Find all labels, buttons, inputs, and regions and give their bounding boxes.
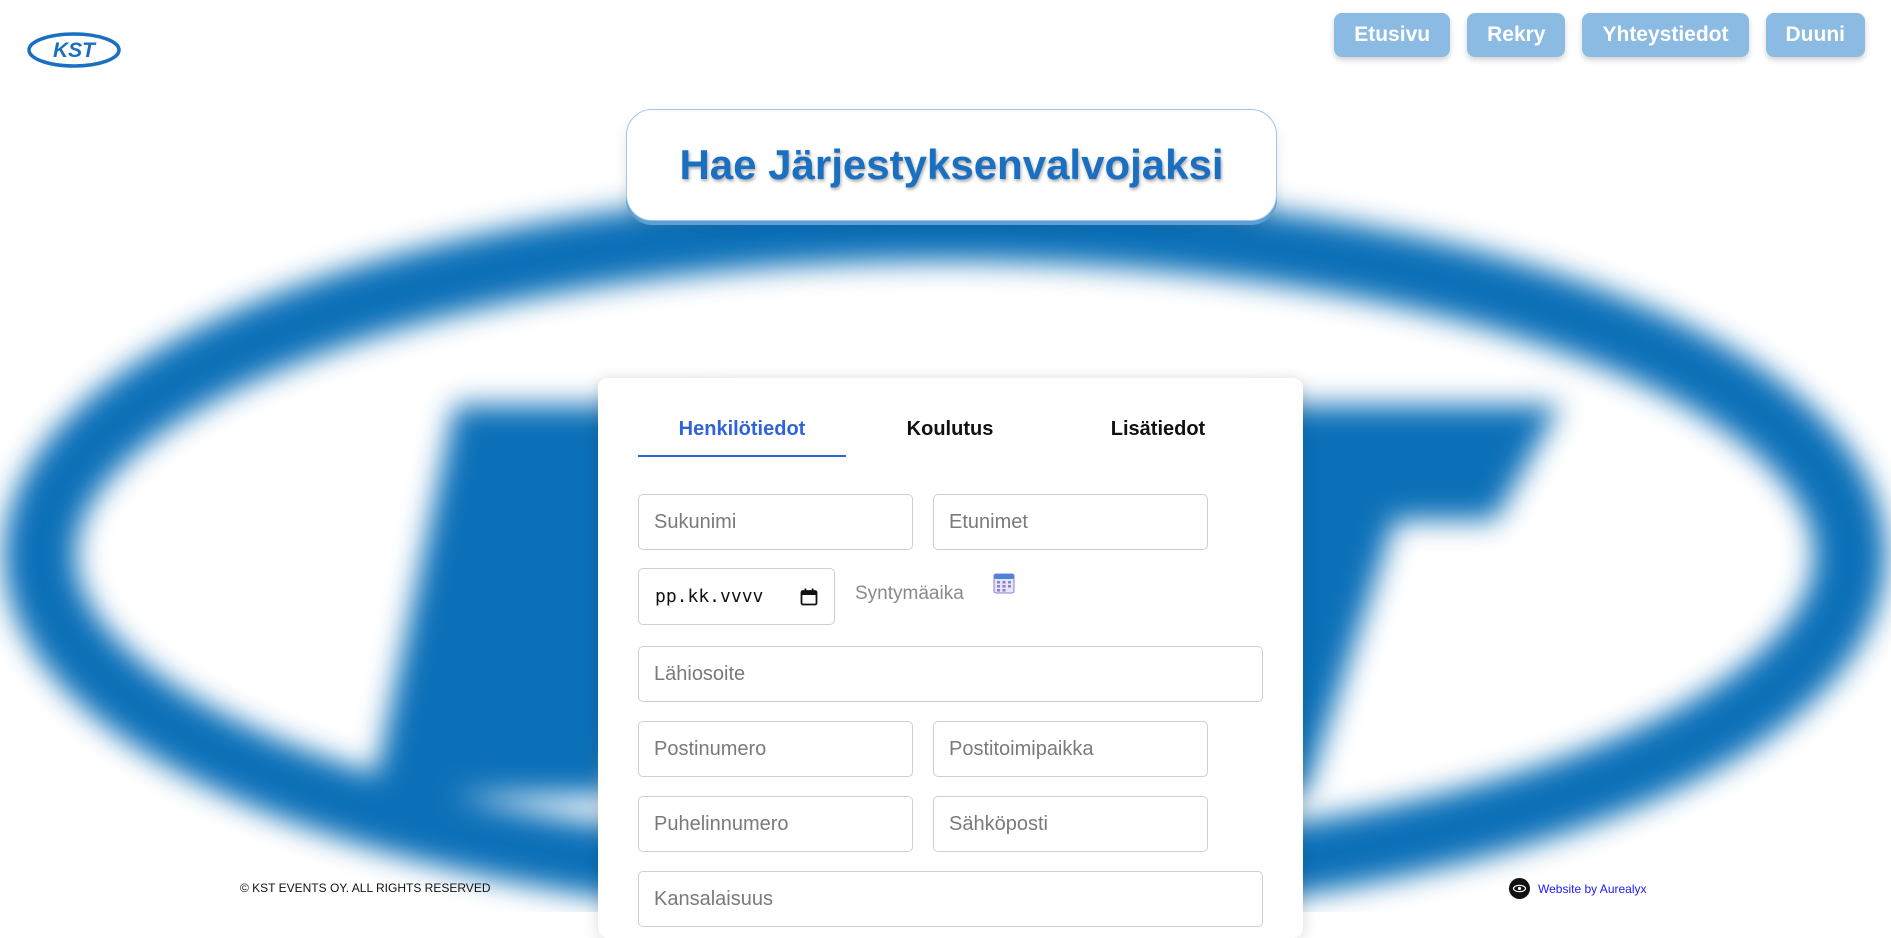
eye-logo-icon bbox=[1509, 878, 1530, 899]
credit-link[interactable]: Website by Aurealyx bbox=[1538, 882, 1647, 896]
form-tabs: Henkilötiedot Koulutus Lisätiedot bbox=[638, 418, 1262, 457]
nav-etusivu-button[interactable]: Etusivu bbox=[1334, 13, 1451, 57]
lahiosoite-input[interactable] bbox=[638, 646, 1263, 702]
nav-rekry-button[interactable]: Rekry bbox=[1467, 13, 1566, 57]
syntymaaika-label: Syntymäaika bbox=[855, 583, 964, 604]
title-card: Hae Järjestyksenvalvojaksi bbox=[626, 109, 1277, 221]
calendar-icon bbox=[993, 572, 1015, 599]
logo-text: KST bbox=[53, 39, 97, 62]
birthdate-input[interactable]: pp.kk.vvvv bbox=[638, 568, 835, 625]
top-nav: Etusivu Rekry Yhteystiedot Duuni bbox=[1334, 13, 1865, 57]
kansalaisuus-input[interactable] bbox=[638, 871, 1263, 927]
etunimet-input[interactable] bbox=[933, 494, 1208, 550]
calendar-picker-icon[interactable] bbox=[800, 588, 818, 606]
application-form: Henkilötiedot Koulutus Lisätiedot pp.kk.… bbox=[598, 378, 1303, 938]
tab-henkilotiedot[interactable]: Henkilötiedot bbox=[638, 418, 846, 457]
page-title: Hae Järjestyksenvalvojaksi bbox=[679, 141, 1224, 188]
sahkoposti-input[interactable] bbox=[933, 796, 1208, 852]
postitoimipaikka-input[interactable] bbox=[933, 721, 1208, 777]
sukunimi-input[interactable] bbox=[638, 494, 913, 550]
postinumero-input[interactable] bbox=[638, 721, 913, 777]
nav-duuni-button[interactable]: Duuni bbox=[1765, 13, 1865, 57]
kst-logo[interactable]: KST bbox=[26, 30, 122, 70]
nav-yhteystiedot-button[interactable]: Yhteystiedot bbox=[1582, 13, 1749, 57]
tab-koulutus[interactable]: Koulutus bbox=[846, 418, 1054, 457]
credit: Website by Aurealyx bbox=[1509, 878, 1647, 899]
birthdate-value: pp.kk.vvvv bbox=[655, 586, 764, 607]
copyright-text: © KST EVENTS OY. ALL RIGHTS RESERVED bbox=[240, 881, 491, 895]
tab-lisatiedot[interactable]: Lisätiedot bbox=[1054, 418, 1262, 457]
puhelinnumero-input[interactable] bbox=[638, 796, 913, 852]
